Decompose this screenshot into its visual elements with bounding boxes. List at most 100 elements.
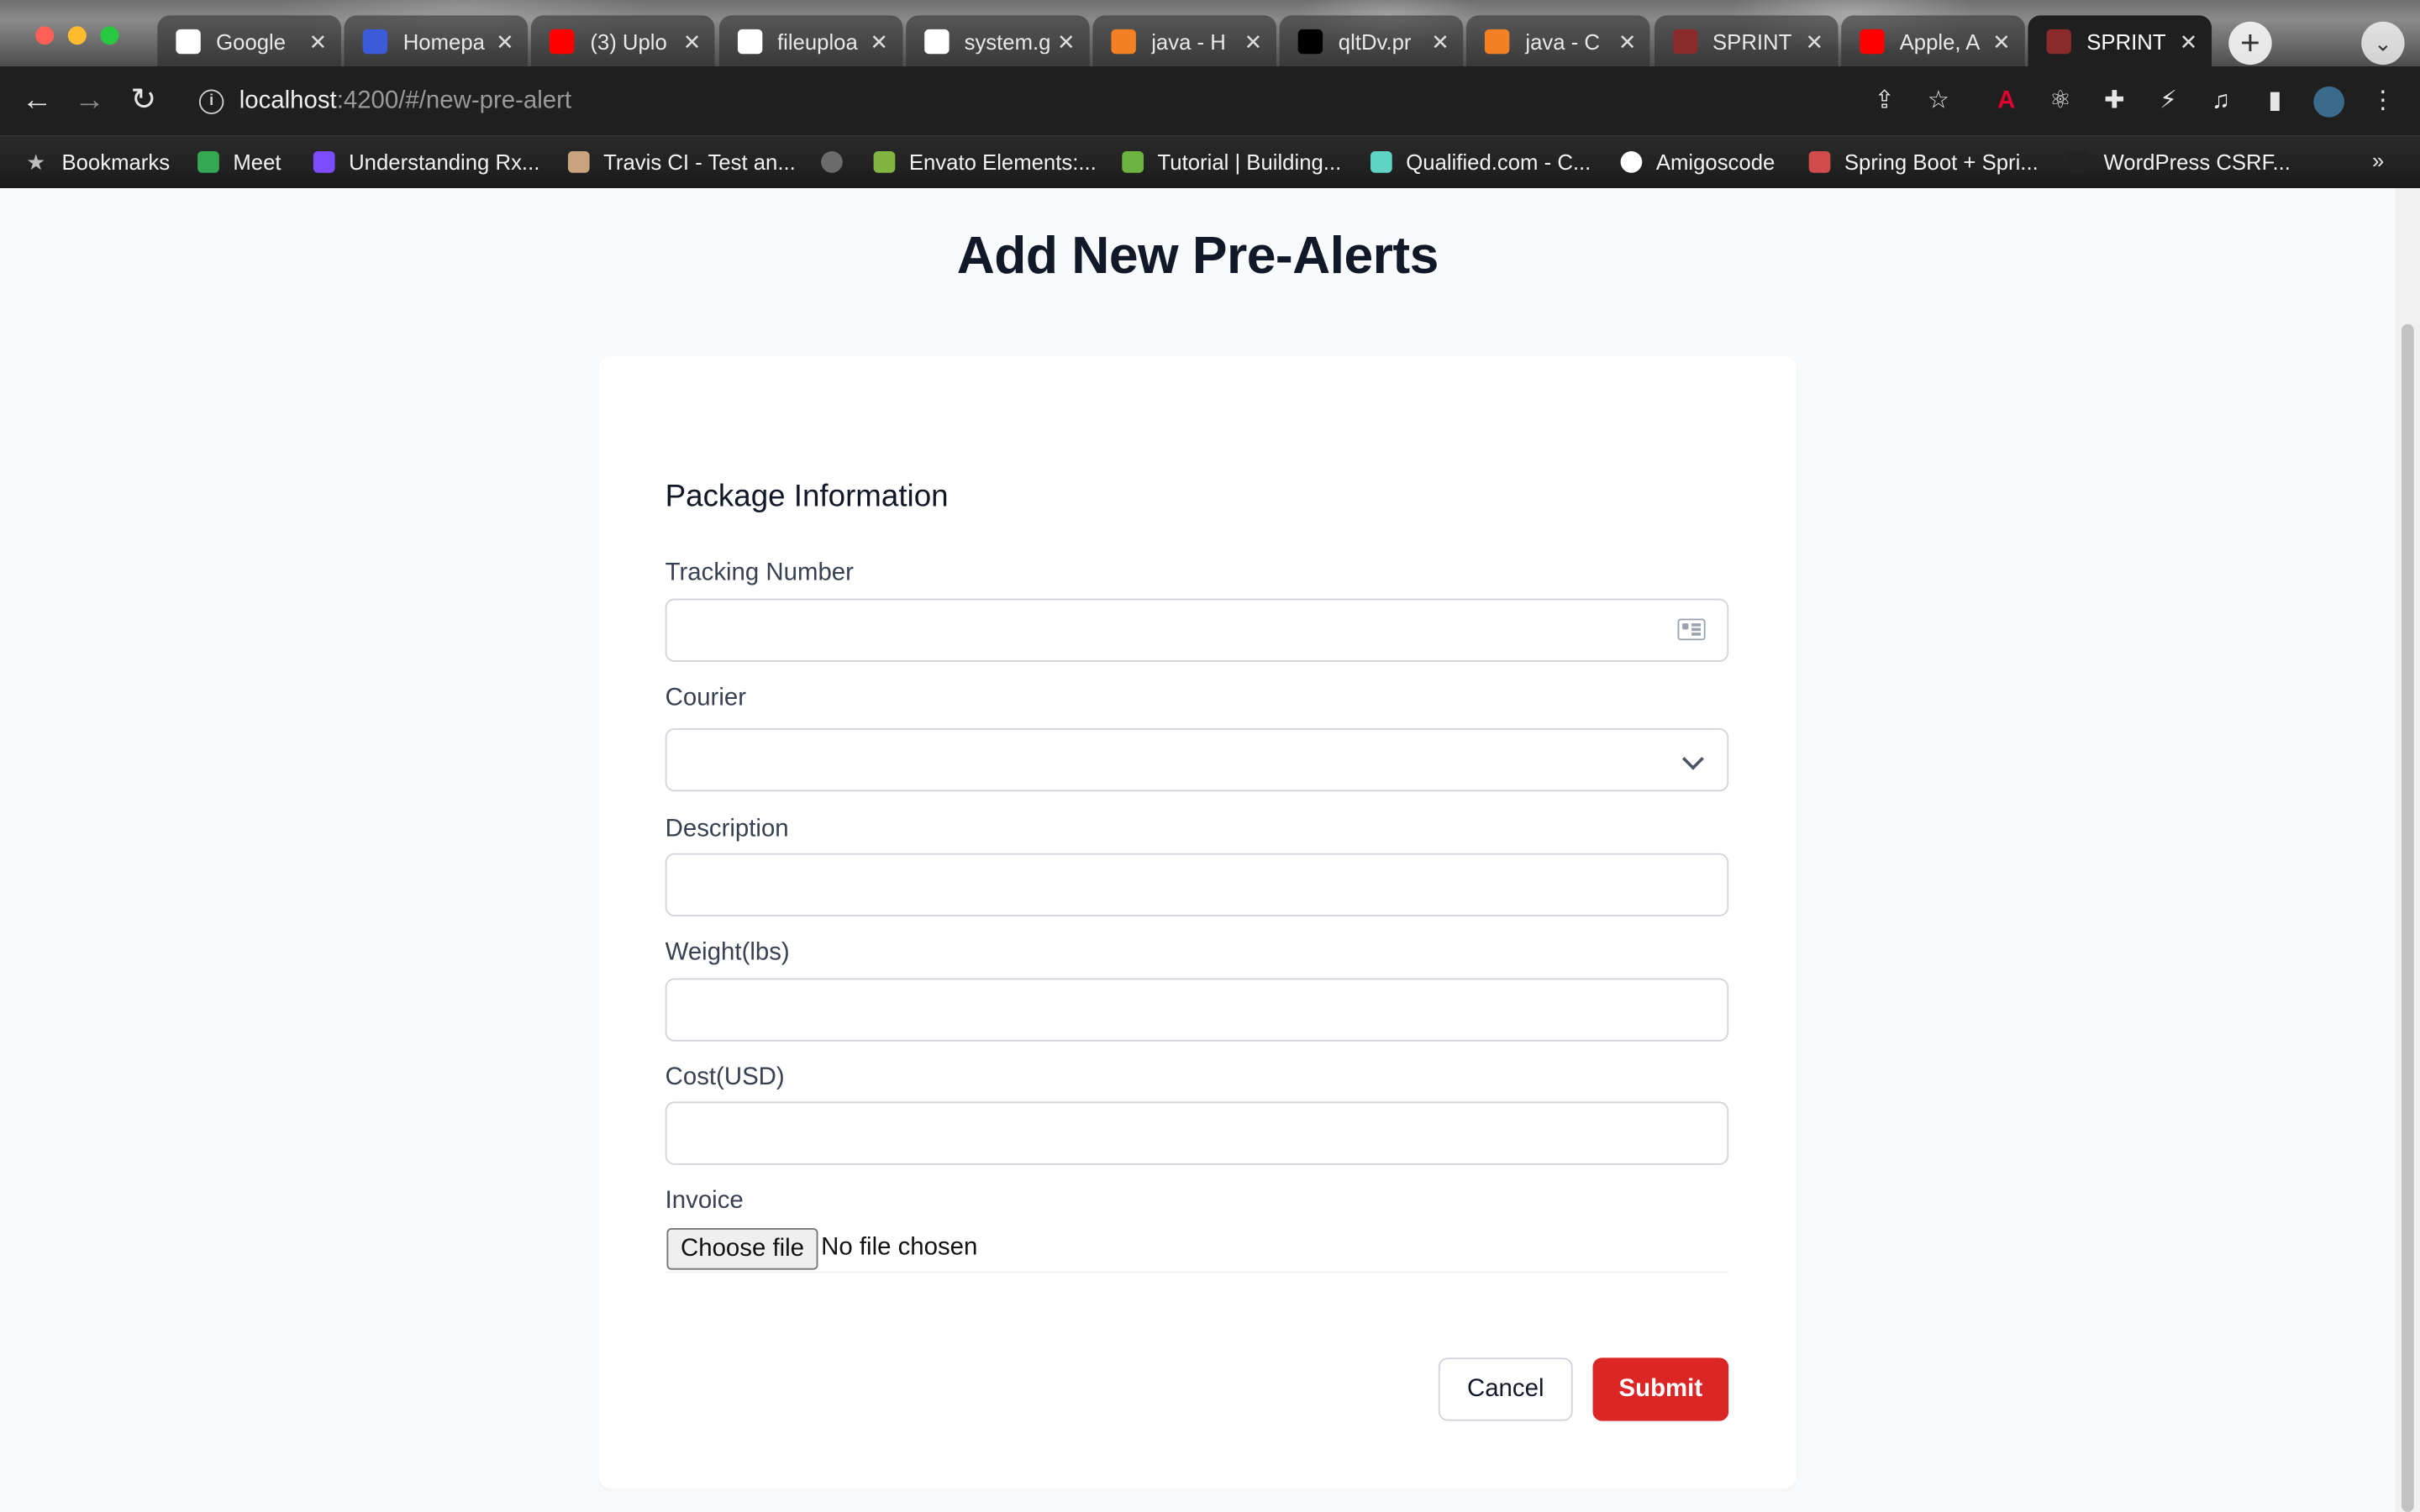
- tab-search-icon[interactable]: ⌄: [2361, 21, 2405, 66]
- browser-tab[interactable]: fileuploa ✕: [718, 15, 902, 66]
- bookmark-label: Amigoscode: [1655, 150, 1776, 175]
- reload-icon[interactable]: ↻: [124, 81, 164, 121]
- bookmark-item[interactable]: ★ Bookmarks: [26, 148, 170, 176]
- angular-extension-icon[interactable]: A: [1991, 87, 2022, 118]
- close-tab-icon[interactable]: ✕: [1617, 29, 1639, 55]
- bookmark-label: Understanding Rx...: [349, 150, 540, 175]
- browser-tab[interactable]: Google ✕: [157, 15, 341, 66]
- invoice-file-input[interactable]: Choose file No file chosen: [665, 1226, 1729, 1273]
- youtube-icon: [550, 29, 575, 55]
- performance-extension-icon[interactable]: ⚡: [2153, 87, 2184, 118]
- browser-tab[interactable]: (3) Uplo ✕: [531, 15, 716, 66]
- youtube-icon: [1859, 29, 1885, 55]
- new-tab-button[interactable]: +: [2228, 21, 2272, 66]
- browser-tab[interactable]: system.g ✕: [905, 15, 1090, 66]
- monitor-icon: [362, 29, 388, 55]
- tracking-number-input[interactable]: [666, 600, 1728, 661]
- cancel-button[interactable]: Cancel: [1438, 1357, 1573, 1421]
- bookmark-item[interactable]: Qualified.com - C...: [1370, 148, 1591, 176]
- film-icon: [1672, 29, 1697, 55]
- tab-title: java - H: [1151, 29, 1226, 55]
- tab-title: qltDv.pr: [1338, 29, 1412, 55]
- site-info-icon[interactable]: i: [198, 89, 224, 114]
- back-icon[interactable]: ←: [17, 81, 57, 121]
- page-title: Add New Pre-Alerts: [956, 227, 1439, 286]
- browser-tab[interactable]: Apple, A ✕: [1840, 15, 2025, 66]
- browser-tab[interactable]: SPRINT ✕: [1654, 15, 1838, 66]
- close-tab-icon[interactable]: ✕: [868, 29, 890, 55]
- stackoverflow-icon: [1485, 29, 1511, 55]
- bookmark-item[interactable]: Meet: [197, 148, 281, 176]
- browser-tab[interactable]: Homepa ✕: [344, 15, 529, 66]
- bookmark-label: Spring Boot + Spri...: [1844, 150, 2039, 175]
- bookmark-item[interactable]: Understanding Rx...: [313, 148, 540, 176]
- description-field[interactable]: [665, 853, 1729, 917]
- bookmark-item[interactable]: Spring Boot + Spri...: [1808, 148, 2039, 176]
- close-tab-icon[interactable]: ✕: [1991, 29, 2012, 55]
- weight-label: Weight(lbs): [665, 939, 790, 966]
- tab-title: fileuploa: [776, 29, 858, 55]
- url-host: localhost: [239, 87, 337, 114]
- bookmark-favicon-icon: [821, 151, 843, 173]
- tracking-number-label: Tracking Number: [665, 559, 854, 586]
- bookmark-item[interactable]: WordPress CSRF...: [2068, 148, 2291, 176]
- bookmark-item[interactable]: [821, 148, 856, 176]
- courier-select[interactable]: [666, 729, 1728, 790]
- bookmark-favicon-icon: [1122, 151, 1144, 173]
- menu-kebab-icon[interactable]: ⋮: [2368, 87, 2399, 118]
- tab-strip: Google ✕ Homepa ✕ (3) Uplo ✕ fileuploa ✕ system.…: [0, 0, 2420, 66]
- id-card-icon: [1677, 618, 1706, 641]
- stackoverflow-icon: [1111, 29, 1136, 55]
- browser-tab[interactable]: java - C ✕: [1466, 15, 1651, 66]
- close-tab-icon[interactable]: ✕: [1803, 29, 1825, 55]
- submit-button[interactable]: Submit: [1592, 1357, 1729, 1421]
- info-square-icon: [1298, 29, 1323, 55]
- close-tab-icon[interactable]: ✕: [494, 29, 516, 55]
- tab-title: java - C: [1525, 29, 1601, 55]
- cost-label: Cost(USD): [665, 1064, 785, 1091]
- bookmark-favicon-icon: [197, 151, 219, 173]
- close-tab-icon[interactable]: ✕: [2178, 29, 2200, 55]
- star-icon: ★: [26, 150, 46, 175]
- close-window-button[interactable]: [35, 26, 55, 45]
- forward-icon[interactable]: →: [70, 81, 110, 121]
- side-panel-icon[interactable]: ▮: [2260, 87, 2291, 118]
- cost-field[interactable]: [665, 1101, 1729, 1165]
- close-tab-icon[interactable]: ✕: [1055, 29, 1077, 55]
- share-icon[interactable]: ⇪: [1869, 87, 1900, 118]
- choose-file-button[interactable]: Choose file: [666, 1228, 818, 1270]
- bookmark-label: WordPress CSRF...: [2103, 150, 2291, 175]
- tab-title: SPRINT: [2086, 29, 2166, 55]
- react-extension-icon[interactable]: ⚛: [2045, 87, 2076, 118]
- minimize-window-button[interactable]: [67, 26, 87, 45]
- close-tab-icon[interactable]: ✕: [1243, 29, 1265, 55]
- more-bookmarks-icon[interactable]: »: [2372, 148, 2384, 172]
- zoom-window-button[interactable]: [100, 26, 119, 45]
- tracking-number-field[interactable]: [665, 598, 1729, 662]
- bookmark-favicon-icon: [1620, 151, 1643, 173]
- courier-select-field[interactable]: [665, 727, 1729, 792]
- close-tab-icon[interactable]: ✕: [1429, 29, 1451, 55]
- close-tab-icon[interactable]: ✕: [308, 29, 329, 55]
- bookmark-item[interactable]: Envato Elements:...: [873, 148, 1097, 176]
- bookmark-label: Qualified.com - C...: [1406, 150, 1591, 175]
- close-tab-icon[interactable]: ✕: [681, 29, 703, 55]
- bookmark-star-icon[interactable]: ☆: [1923, 87, 1954, 118]
- weight-input[interactable]: [666, 979, 1728, 1040]
- bookmark-item[interactable]: Amigoscode: [1620, 148, 1776, 176]
- url-text[interactable]: localhost:4200/#/new-pre-alert: [239, 88, 571, 116]
- browser-tab[interactable]: qltDv.pr ✕: [1279, 15, 1464, 66]
- cost-input[interactable]: [666, 1103, 1728, 1163]
- weight-field[interactable]: [665, 978, 1729, 1042]
- bookmark-item[interactable]: Travis CI - Test an...: [567, 148, 796, 176]
- extensions-puzzle-icon[interactable]: ✚: [2099, 87, 2130, 118]
- browser-tab[interactable]: SPRINT ✕: [2028, 15, 2212, 66]
- description-input[interactable]: [666, 854, 1728, 916]
- tab-title: Apple, A: [1899, 29, 1981, 55]
- bookmark-item[interactable]: Tutorial | Building...: [1122, 148, 1341, 176]
- media-control-icon[interactable]: ♫: [2206, 87, 2237, 118]
- profile-avatar[interactable]: [2313, 86, 2345, 118]
- google-icon: [923, 29, 950, 55]
- scrollbar-thumb[interactable]: [2401, 323, 2414, 1512]
- browser-tab[interactable]: java - H ✕: [1092, 15, 1276, 66]
